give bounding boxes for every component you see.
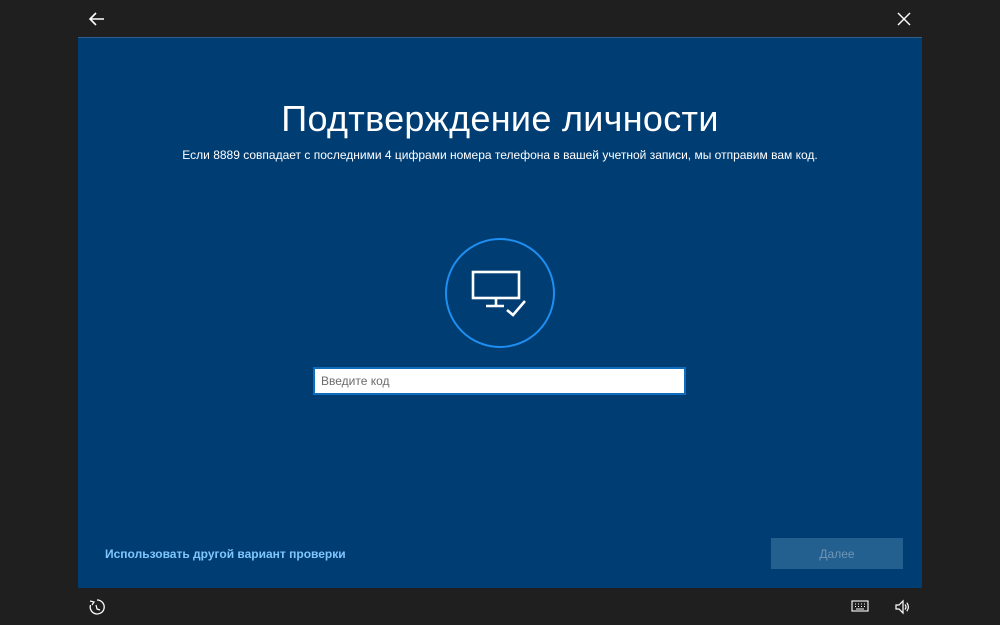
next-button[interactable]: Далее: [771, 538, 903, 569]
back-button[interactable]: [86, 8, 108, 30]
bottom-bar: [0, 588, 1000, 625]
ease-of-access-button[interactable]: [88, 598, 106, 616]
volume-button[interactable]: [893, 598, 911, 616]
device-badge: [445, 238, 555, 348]
alternate-verification-link[interactable]: Использовать другой вариант проверки: [105, 547, 346, 561]
monitor-check-icon: [471, 270, 526, 317]
volume-icon: [895, 599, 909, 615]
code-input[interactable]: [313, 367, 686, 395]
close-button[interactable]: [893, 8, 915, 30]
page-subtitle: Если 8889 совпадает с последними 4 цифра…: [182, 148, 818, 162]
arrow-left-icon: [88, 12, 104, 26]
identity-panel: Подтверждение личности Если 8889 совпада…: [78, 37, 922, 588]
page-title: Подтверждение личности: [281, 98, 719, 139]
keyboard-button[interactable]: [851, 599, 869, 613]
top-bar: [0, 0, 1000, 36]
close-icon: [897, 12, 911, 26]
ease-of-access-icon: [89, 599, 105, 615]
keyboard-icon: [851, 600, 869, 612]
